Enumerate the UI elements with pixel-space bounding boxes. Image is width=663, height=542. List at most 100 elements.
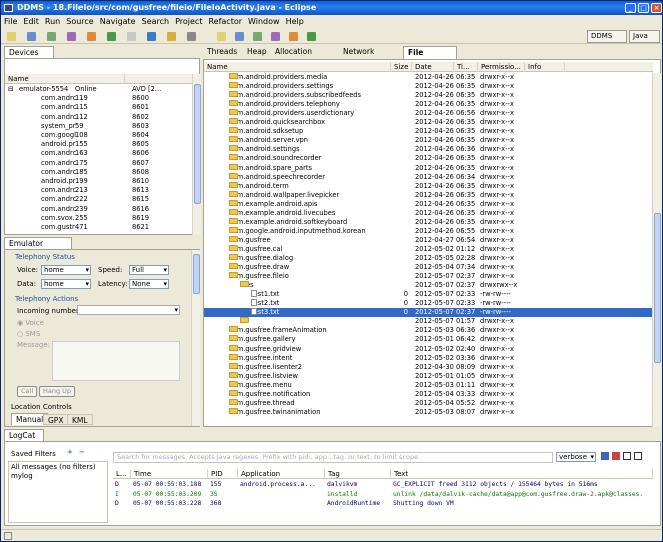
close-button[interactable]: × [651,3,662,13]
fe-col-1[interactable]: Size [391,62,412,72]
process-row[interactable]: com.andrc 175 8607 [5,159,192,168]
logcat-search-input[interactable]: Search for messages. Accepts Java regexe… [113,452,553,463]
fe-row[interactable]: −com.gusfree.fileio 2012-05-0702:37 drwxr-… [204,272,652,281]
fe-row[interactable]: +com.gusfree.twinanimation 2012-05-0308:0… [204,407,652,417]
fast-view-icon[interactable] [4,532,12,540]
logcat-col-1[interactable]: Time [131,469,208,479]
forward-icon[interactable] [217,32,226,41]
save-icon[interactable] [27,32,36,41]
device-row-emulator[interactable]: ⊟ emulator-5554 Online AVD [2... [5,85,192,94]
tab-allocation-tracker[interactable]: Allocation Tracker [271,46,337,68]
fe-row[interactable]: +com.android.wallpaper.livepicker 2012-04… [204,190,652,200]
devices-scroll-thumb[interactable] [194,84,201,204]
fe-row[interactable]: +lib 2012-05-0701:57 drwxr-x--x [204,317,652,326]
emulator-scrollbar[interactable] [191,250,200,426]
fe-row[interactable]: +com.example.android.softkeyboard 2012-04… [204,217,652,227]
fe-col-5[interactable]: Info [525,62,565,72]
process-row[interactable]: system_pr 59 8603 [5,122,192,131]
menu-source[interactable]: Source [66,17,93,26]
tab-kml[interactable]: KML [67,414,93,425]
logcat-row[interactable]: D 05-07 00:55:03.228 368 AndroidRuntime Shut… [113,500,653,509]
fe-row[interactable]: +com.android.soundrecorder 2012-04-2606:3… [204,154,652,163]
logcat-col-3[interactable]: Application [238,469,325,479]
fe-row[interactable]: +com.android.providers.userdictionary 201… [204,109,652,118]
filter-all-messages[interactable]: All messages (no filters) [11,463,96,471]
fe-row[interactable]: +com.android.spare_parts 2012-04-2606:35 d… [204,163,652,173]
remove-filter-icon[interactable]: − [79,448,85,456]
fe-row[interactable]: +com.gusfree.listview 2012-05-0101:05 drwx… [204,371,652,381]
sms-radio[interactable]: ○ SMS [17,330,40,338]
fe-row[interactable]: test2.txt 0 2012-05-07 02:33 -rw-rw---- [204,299,652,308]
fe-row[interactable]: +com.android.server.vpn 2012-04-2606:35 dr… [204,136,652,145]
open-type-icon[interactable] [147,32,156,41]
fe-row[interactable]: +com.gusfree.lisenter2 2012-04-3008:09 drw… [204,362,652,372]
fe-row[interactable]: +com.gusfree.gallery 2012-05-0106:42 drwxr… [204,335,652,344]
menu-project[interactable]: Project [175,17,202,26]
process-row[interactable]: com.svox. 255 8619 [5,214,192,223]
clear-log-icon[interactable] [612,452,620,460]
annotation-icon[interactable] [235,32,244,41]
filter-mylog[interactable]: mylog [11,472,33,480]
speed-select[interactable]: Full [129,265,169,275]
fe-row[interactable]: +com.example.android.livecubes 2012-04-26… [204,208,652,218]
logcat-row[interactable]: D 05-07 00:55:03.188 155 android.process.a.… [113,481,653,490]
emulator-scroll-thumb[interactable] [193,254,200,294]
new-icon[interactable] [7,32,16,41]
fe-row[interactable]: −files 2012-05-0702:37 drwxrwx--x [204,281,652,290]
external-tools-icon[interactable] [107,32,116,41]
minimize-button[interactable]: _ [625,3,636,13]
fe-row[interactable]: +com.android.sdksetup 2012-04-2606:35 drwx… [204,127,652,136]
fe-row[interactable]: +com.gusfree.intent 2012-05-0203:36 drwxr-… [204,353,652,363]
logcat-row[interactable]: I 05-07 00:55:03.209 35 installd unlink /dat… [113,491,653,500]
fe-row[interactable]: +com.android.providers.telephony 2012-04-… [204,100,652,109]
menu-search[interactable]: Search [142,17,169,26]
fe-row[interactable]: +com.gusfree.menu 2012-05-0301:11 drwxr-x-… [204,380,652,390]
latency-select[interactable]: None [129,279,169,289]
fe-col-4[interactable]: Permissio... [478,62,525,72]
menu-help[interactable]: Help [286,17,304,26]
fe-col-0[interactable]: Name [204,62,391,72]
call-button[interactable]: Call [17,386,38,397]
perspective-java[interactable]: Java [629,30,660,43]
fe-row[interactable]: +com.example.android.apis 2012-04-2606:35… [204,199,652,209]
process-row[interactable]: com.andrc 119 8600 [5,94,192,103]
expand-toggle-icon[interactable]: ⊟ [8,85,14,94]
process-row[interactable]: com.andrc 115 8601 [5,103,192,112]
tab-network-statistics[interactable]: Network Statistics [339,46,401,68]
tab-file-explorer[interactable]: File Explorer [403,46,457,69]
run-icon[interactable] [87,32,96,41]
fe-col-2[interactable]: Date [412,62,454,72]
more-icon[interactable] [271,32,280,41]
process-row[interactable]: com.andrc 163 8606 [5,149,192,158]
perspective-ddms[interactable]: DDMS [587,30,627,43]
fe-col-3[interactable]: Ti... [454,62,478,72]
menu-navigate[interactable]: Navigate [100,17,136,26]
file-explorer-scrollbar[interactable] [652,73,661,427]
search-icon[interactable] [127,32,136,41]
fe-row[interactable]: +com.gusfree.notification 2012-05-0403:33… [204,389,652,399]
devices-scrollbar[interactable] [192,74,201,235]
scroll-lock-icon[interactable] [634,452,642,460]
tab-heap[interactable]: Heap [243,46,269,59]
process-row[interactable]: com.gustr 471 8621 [5,223,192,232]
process-row[interactable]: com.andrc 213 8613 [5,186,192,195]
maximize-button[interactable]: □ [638,3,649,13]
fe-row[interactable]: +com.android.providers.subscribedfeeds 20… [204,91,652,100]
fe-row[interactable]: +com.android.settings 2012-04-2606:36 drwx… [204,145,652,154]
fe-row[interactable]: +com.gusfree.dialog 2012-05-0502:28 drwxr-… [204,254,652,263]
debug-icon[interactable] [67,32,76,41]
fe-row[interactable]: +com.gusfree.frameAnimation 2012-05-0306:… [204,326,652,335]
tab-threads[interactable]: Threads [203,46,241,59]
menu-edit[interactable]: Edit [23,17,39,26]
save-log-icon[interactable] [601,452,609,460]
message-textarea[interactable] [52,341,180,381]
pin-icon[interactable] [253,32,262,41]
log-level-select[interactable]: verbose [556,452,596,462]
menu-refactor[interactable]: Refactor [208,17,242,26]
file-explorer-scroll-thumb[interactable] [654,213,661,363]
process-row[interactable]: android.pr 199 8610 [5,177,192,186]
tab-gpx[interactable]: GPX [43,414,69,425]
back-icon[interactable] [187,32,196,41]
task-icon[interactable] [167,32,176,41]
print-icon[interactable] [47,32,56,41]
